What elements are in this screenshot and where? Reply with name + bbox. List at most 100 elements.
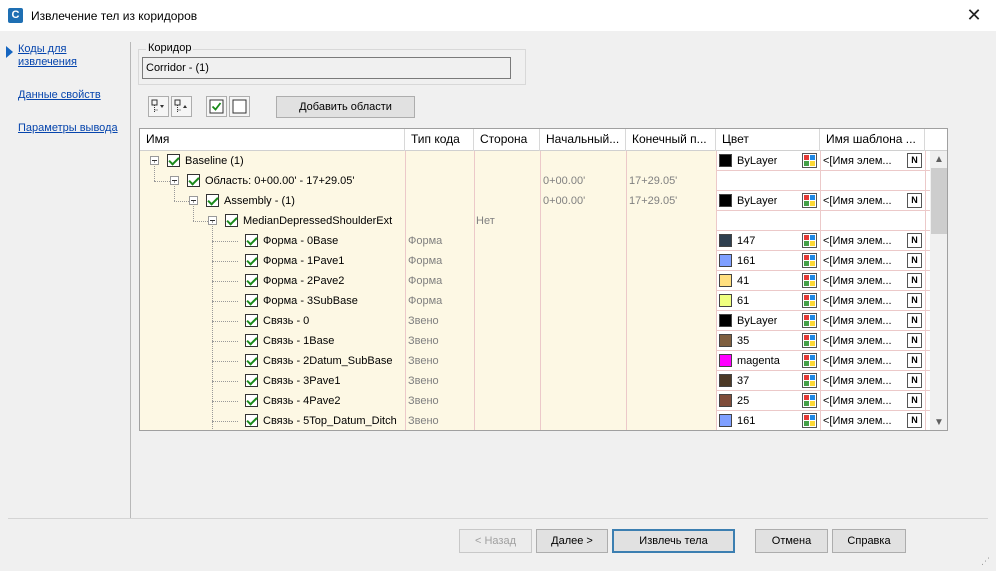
color-picker-icon[interactable] [802, 333, 817, 348]
row-checkbox[interactable] [167, 154, 180, 167]
row-end-station [629, 151, 715, 171]
color-picker-icon[interactable] [802, 153, 817, 168]
row-checkbox[interactable] [225, 214, 238, 227]
color-picker-icon[interactable] [802, 413, 817, 428]
row-checkbox[interactable] [245, 354, 258, 367]
row-color: 41 [737, 275, 750, 287]
table-row[interactable]: Связь - 2Datum_SubBase Звено magenta <[Имя … [140, 341, 930, 371]
uncheck-all-button[interactable] [229, 96, 250, 117]
help-button[interactable]: Справка [832, 529, 906, 553]
column-header-name[interactable]: Имя [140, 129, 405, 151]
row-checkbox[interactable] [245, 254, 258, 267]
row-checkbox[interactable] [245, 374, 258, 387]
scroll-up-icon[interactable]: ▲ [930, 151, 947, 168]
row-code-type: Звено [408, 335, 439, 347]
row-start-station [543, 331, 625, 351]
column-header-start[interactable]: Начальный... [540, 129, 626, 151]
row-checkbox[interactable] [245, 414, 258, 427]
column-header-end[interactable]: Конечный п... [626, 129, 716, 151]
row-checkbox[interactable] [187, 174, 200, 187]
back-button[interactable]: < Назад [459, 529, 532, 553]
table-row[interactable]: Форма - 0Base Форма 147 <[Имя элем... N [140, 221, 930, 251]
color-picker-icon[interactable] [802, 273, 817, 288]
tree-connector [154, 161, 155, 181]
color-swatch [719, 294, 732, 307]
name-template-edit-icon[interactable]: N [907, 373, 922, 388]
color-swatch [719, 394, 732, 407]
row-end-station [629, 351, 715, 371]
color-picker-icon[interactable] [802, 253, 817, 268]
name-template-edit-icon[interactable]: N [907, 233, 922, 248]
row-name: Связь - 4Pave2 [263, 395, 341, 407]
tree-connector [193, 221, 208, 222]
close-button[interactable]: ✕ [960, 2, 988, 28]
color-picker-icon[interactable] [802, 233, 817, 248]
color-picker-icon[interactable] [802, 353, 817, 368]
name-template-edit-icon[interactable]: N [907, 193, 922, 208]
name-template-edit-icon[interactable]: N [907, 393, 922, 408]
name-template-edit-icon[interactable]: N [907, 153, 922, 168]
row-code-type: Форма [408, 255, 443, 267]
row-side [476, 151, 538, 171]
name-template-edit-icon[interactable]: N [907, 313, 922, 328]
table-row[interactable]: Baseline (1) ByLayer <[Имя элем... N [140, 151, 930, 171]
column-header-template[interactable]: Имя шаблона ... [820, 129, 925, 151]
name-template-edit-icon[interactable]: N [907, 413, 922, 428]
table-row[interactable]: MedianDepressedShoulderExt Нет [140, 201, 930, 231]
color-picker-icon[interactable] [802, 373, 817, 388]
row-template-name: <[Имя элем... [823, 355, 892, 367]
name-template-edit-icon[interactable]: N [907, 293, 922, 308]
name-template-edit-icon[interactable]: N [907, 333, 922, 348]
checkbox-empty-icon [232, 99, 247, 114]
row-checkbox[interactable] [245, 234, 258, 247]
table-row[interactable]: Форма - 2Pave2 Форма 41 <[Имя элем... N [140, 261, 930, 291]
collapse-all-button[interactable] [171, 96, 192, 117]
row-checkbox[interactable] [245, 334, 258, 347]
add-regions-button[interactable]: Добавить области [276, 96, 415, 118]
row-code-type [408, 151, 472, 171]
table-row[interactable]: Связь - 4Pave2 Звено 25 <[Имя элем... N [140, 381, 930, 411]
color-picker-icon[interactable] [802, 193, 817, 208]
name-template-edit-icon[interactable]: N [907, 273, 922, 288]
tree-connector [212, 361, 238, 362]
check-all-button[interactable] [206, 96, 227, 117]
row-checkbox[interactable] [245, 394, 258, 407]
table-row[interactable]: Область: 0+00.00' - 17+29.05' 0+00.00' 17+… [140, 161, 930, 191]
color-swatch [719, 334, 732, 347]
scroll-thumb[interactable] [931, 168, 947, 234]
row-code-type: Звено [408, 375, 439, 387]
expand-all-button[interactable] [148, 96, 169, 117]
row-checkbox[interactable] [245, 294, 258, 307]
name-template-edit-icon[interactable]: N [907, 253, 922, 268]
color-picker-icon[interactable] [802, 293, 817, 308]
resize-grip-icon[interactable]: ⋰ [981, 556, 993, 568]
extract-solids-button[interactable]: Извлечь тела [612, 529, 735, 553]
column-header-code-type[interactable]: Тип кода [405, 129, 474, 151]
color-picker-icon[interactable] [802, 313, 817, 328]
table-row[interactable]: Форма - 3SubBase Форма 61 <[Имя элем... N [140, 281, 930, 311]
table-row[interactable]: Связь - 0 Звено ByLayer <[Имя элем... N [140, 301, 930, 331]
nav-item-extraction-codes[interactable]: Коды для извлечения [18, 43, 123, 69]
next-button[interactable]: Далее > [536, 529, 608, 553]
name-template-edit-icon[interactable]: N [907, 353, 922, 368]
table-row[interactable]: Форма - 1Pave1 Форма 161 <[Имя элем... N [140, 241, 930, 271]
row-color: 61 [737, 295, 750, 307]
table-row[interactable]: Связь - 5Top_Datum_Ditch Звено 161 <[Имя эл… [140, 401, 930, 430]
nav-item-property-data[interactable]: Данные свойств [18, 89, 123, 102]
column-header-color[interactable]: Цвет [716, 129, 820, 151]
row-checkbox[interactable] [245, 274, 258, 287]
row-template-name: <[Имя элем... [823, 155, 892, 167]
nav-item-output-options[interactable]: Параметры вывода [18, 122, 123, 135]
color-picker-icon[interactable] [802, 393, 817, 408]
table-row[interactable]: Assembly - (1) 0+00.00' 17+29.05' ByLayer <[… [140, 181, 930, 211]
row-start-station: 0+00.00' [543, 195, 586, 207]
table-row[interactable]: Связь - 1Base Звено 35 <[Имя элем... N [140, 321, 930, 351]
table-row[interactable]: Связь - 3Pave1 Звено 37 <[Имя элем... N [140, 361, 930, 391]
row-checkbox[interactable] [206, 194, 219, 207]
column-header-side[interactable]: Сторона [474, 129, 540, 151]
row-name: Связь - 3Pave1 [263, 375, 341, 387]
scroll-down-icon[interactable]: ▼ [930, 414, 947, 430]
row-checkbox[interactable] [245, 314, 258, 327]
grid-vertical-scrollbar[interactable]: ▲ ▼ [930, 151, 947, 430]
cancel-button[interactable]: Отмена [755, 529, 828, 553]
